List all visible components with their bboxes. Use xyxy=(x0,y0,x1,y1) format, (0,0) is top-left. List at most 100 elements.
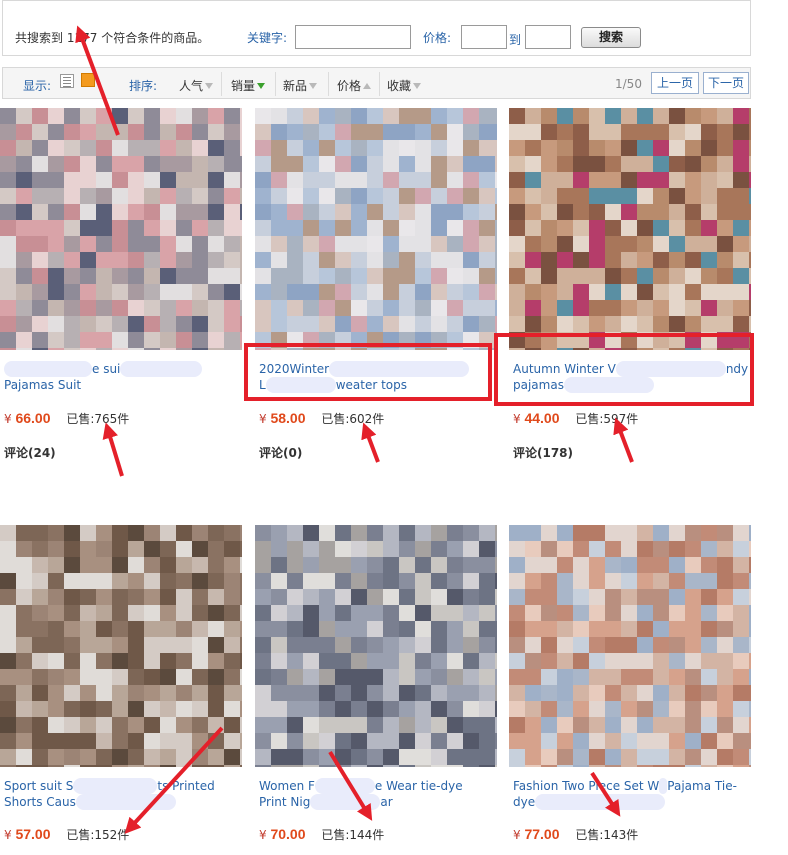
image-pixel xyxy=(415,300,431,316)
image-pixel xyxy=(192,637,208,653)
image-pixel xyxy=(447,156,463,172)
image-pixel xyxy=(415,204,431,220)
image-pixel xyxy=(399,140,415,156)
grid-view-icon[interactable] xyxy=(81,73,95,87)
image-pixel xyxy=(415,749,431,765)
image-pixel xyxy=(557,669,573,685)
list-view-icon[interactable] xyxy=(60,74,74,88)
image-pixel xyxy=(589,605,605,621)
sort-popularity[interactable]: 人气 xyxy=(179,77,214,94)
image-pixel xyxy=(319,220,335,236)
image-pixel xyxy=(128,300,144,316)
image-pixel xyxy=(399,156,415,172)
image-pixel xyxy=(303,156,319,172)
image-pixel xyxy=(112,573,128,589)
image-pixel xyxy=(208,204,224,220)
price-row: ¥ 44.00 已售:597件 xyxy=(513,410,638,427)
image-pixel xyxy=(701,749,717,765)
product-card[interactable]: e sui Pajamas Suit ¥ 66.00 已售:765件 评论(24… xyxy=(0,108,242,478)
image-pixel xyxy=(447,525,463,541)
image-pixel xyxy=(573,284,589,300)
image-pixel xyxy=(669,300,685,316)
image-pixel xyxy=(669,573,685,589)
product-image[interactable] xyxy=(255,108,497,350)
image-pixel xyxy=(415,108,431,124)
product-title[interactable]: e sui Pajamas Suit xyxy=(4,361,242,393)
sort-price[interactable]: 价格 xyxy=(337,77,372,94)
product-card[interactable]: Autumn Winter Vndy pajamas ¥ 44.00 已售:59… xyxy=(509,108,751,478)
image-pixel xyxy=(0,284,16,300)
image-pixel xyxy=(144,573,160,589)
image-pixel xyxy=(48,717,64,733)
image-pixel xyxy=(112,252,128,268)
sold-label: 已售: xyxy=(321,412,350,426)
image-pixel xyxy=(573,733,589,749)
next-page-button[interactable]: 下一页 xyxy=(703,72,749,94)
currency-symbol: ¥ xyxy=(4,828,12,842)
image-pixel xyxy=(383,621,399,637)
price-min-input[interactable] xyxy=(461,25,507,49)
image-pixel xyxy=(160,557,176,573)
image-pixel xyxy=(621,525,637,541)
image-pixel xyxy=(303,573,319,589)
product-card[interactable]: 2020Winter Lweater tops ¥ 58.00 已售:602件 … xyxy=(255,108,497,478)
review-count[interactable]: 评论(178) xyxy=(513,444,573,461)
product-image[interactable] xyxy=(255,525,497,767)
image-pixel xyxy=(541,172,557,188)
product-image[interactable] xyxy=(0,108,242,350)
image-pixel xyxy=(717,685,733,701)
image-pixel xyxy=(287,717,303,733)
image-pixel xyxy=(224,284,240,300)
image-pixel xyxy=(367,589,383,605)
image-pixel xyxy=(733,749,749,765)
image-pixel xyxy=(431,188,447,204)
image-pixel xyxy=(32,637,48,653)
product-price: 57.00 xyxy=(15,826,51,842)
image-pixel xyxy=(16,749,32,765)
sort-favorites[interactable]: 收藏 xyxy=(387,77,422,94)
prev-page-button[interactable]: 上一页 xyxy=(651,72,699,94)
product-card[interactable]: Fashion Two Piece Set W Pajama Tie- dye ¥… xyxy=(509,525,751,855)
image-pixel xyxy=(669,637,685,653)
image-pixel xyxy=(367,140,383,156)
image-pixel xyxy=(541,252,557,268)
sort-sales-label: 销量 xyxy=(231,79,256,93)
image-pixel xyxy=(319,701,335,717)
image-pixel xyxy=(335,220,351,236)
image-pixel xyxy=(399,573,415,589)
product-card[interactable]: Sport suit Sts Printed Shorts Caus ¥ 57.… xyxy=(0,525,242,855)
search-button[interactable]: 搜索 xyxy=(581,27,641,48)
image-pixel xyxy=(271,621,287,637)
keyword-input[interactable] xyxy=(295,25,411,49)
image-pixel xyxy=(351,589,367,605)
product-image[interactable] xyxy=(509,525,751,767)
sort-sales[interactable]: 销量 xyxy=(231,77,266,94)
review-count[interactable]: 评论(24) xyxy=(4,444,56,461)
image-pixel xyxy=(144,348,160,350)
image-pixel xyxy=(637,765,653,767)
image-pixel xyxy=(383,573,399,589)
product-title[interactable]: Sport suit Sts Printed Shorts Caus xyxy=(4,778,242,810)
image-pixel xyxy=(64,220,80,236)
image-pixel xyxy=(605,525,621,541)
image-pixel xyxy=(319,541,335,557)
image-pixel xyxy=(509,573,525,589)
product-image[interactable] xyxy=(0,525,242,767)
image-pixel xyxy=(749,108,751,124)
product-title[interactable]: Women Fe Wear tie-dye Print Nig ar xyxy=(259,778,497,810)
image-pixel xyxy=(0,188,16,204)
product-card[interactable]: Women Fe Wear tie-dye Print Nig ar ¥ 70.0… xyxy=(255,525,497,855)
price-max-input[interactable] xyxy=(525,25,571,49)
image-pixel xyxy=(605,765,621,767)
image-pixel xyxy=(399,284,415,300)
sort-arrow-icon xyxy=(257,83,266,89)
product-image[interactable] xyxy=(509,108,751,350)
review-count[interactable]: 评论(0) xyxy=(259,444,302,461)
image-pixel xyxy=(669,220,685,236)
image-pixel xyxy=(701,172,717,188)
image-pixel xyxy=(192,252,208,268)
image-pixel xyxy=(653,156,669,172)
sort-new[interactable]: 新品 xyxy=(283,77,318,94)
price-row: ¥ 57.00 已售:152件 xyxy=(4,826,129,843)
product-title[interactable]: Fashion Two Piece Set W Pajama Tie- dye xyxy=(513,778,751,810)
